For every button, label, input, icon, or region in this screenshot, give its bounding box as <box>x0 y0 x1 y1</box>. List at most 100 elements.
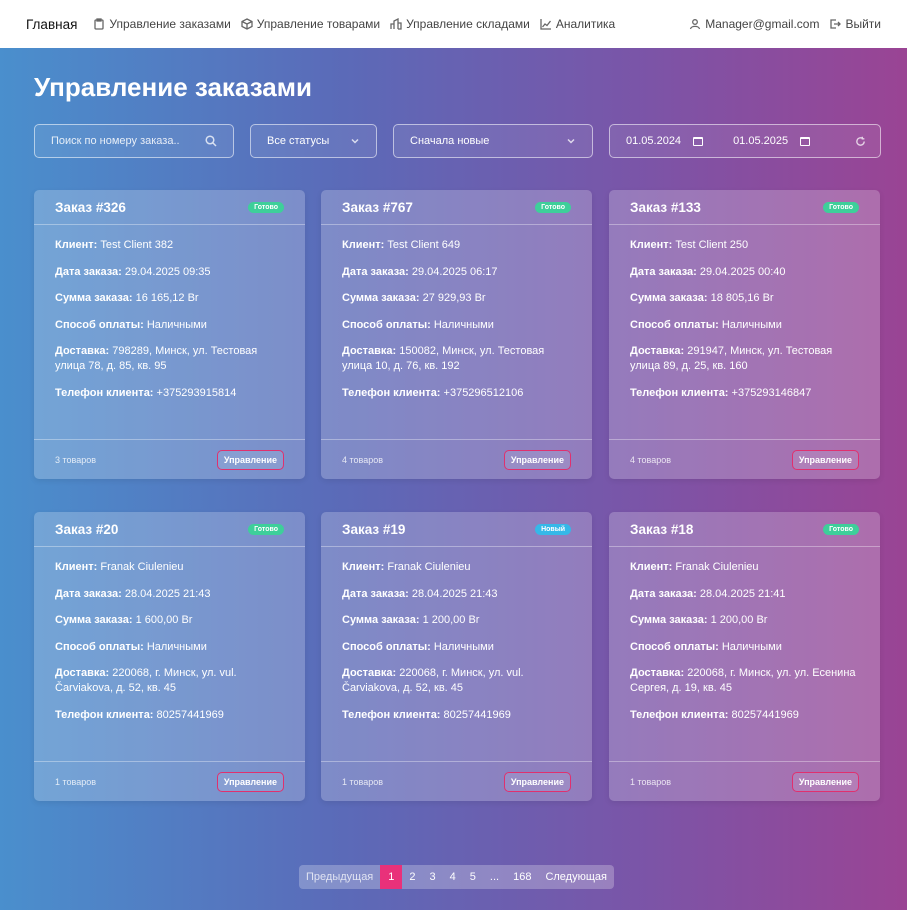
order-date-value: 28.04.2025 21:43 <box>411 587 498 600</box>
client-phone-value: 80257441969 <box>156 708 224 721</box>
page-button-4[interactable]: 4 <box>443 865 463 889</box>
reset-icon[interactable] <box>855 136 866 147</box>
order-date-row: Дата заказа: 29.04.2025 00:40 <box>630 265 859 280</box>
order-sum-label: Сумма заказа: <box>630 292 708 304</box>
order-sum-label: Сумма заказа: <box>55 292 133 304</box>
manage-button[interactable]: Управление <box>503 771 571 792</box>
payment-method-row: Способ оплаты: Наличными <box>55 640 284 655</box>
client-value: Franak Ciulenieu <box>100 561 184 573</box>
order-sum-label: Сумма заказа: <box>55 614 133 626</box>
order-date-label: Дата заказа: <box>630 587 697 600</box>
prev-page-button[interactable]: Предыдущая <box>299 865 380 889</box>
page-button-1[interactable]: 1 <box>380 865 403 889</box>
calendar-icon[interactable] <box>693 136 704 146</box>
nav-orders-link[interactable]: Управление заказами <box>93 17 231 31</box>
status-select[interactable]: Все статусы <box>250 124 377 158</box>
order-date-label: Дата заказа: <box>342 587 409 600</box>
client-phone-row: Телефон клиента: +375293146847 <box>630 386 859 401</box>
sort-select-value: Сначала новые <box>410 135 490 147</box>
payment-method-value: Наличными <box>146 640 207 653</box>
page-title: Управление заказами <box>34 72 312 102</box>
nav-warehouses-link[interactable]: Управление складами <box>390 17 530 31</box>
logout-link[interactable]: Выйти <box>829 17 881 31</box>
user-icon <box>690 19 701 30</box>
delivery-address-row: Доставка: 798289, Минск, ул. Тестовая ул… <box>55 344 284 374</box>
card-body: Клиент: Franak Ciulenieu Дата заказа: 28.… <box>34 547 305 723</box>
order-card: Заказ #133 Готово Клиент: Test Client 250 Д… <box>609 190 880 479</box>
client-phone-row: Телефон клиента: 80257441969 <box>55 708 284 723</box>
manage-button[interactable]: Управление <box>791 771 859 792</box>
calendar-icon[interactable] <box>800 136 811 146</box>
client-phone-value: +375293146847 <box>731 386 812 399</box>
order-date-value: 29.04.2025 09:35 <box>124 265 211 278</box>
user-account-link[interactable]: Manager@gmail.com <box>689 17 819 31</box>
page-button-5[interactable]: 5 <box>463 865 483 889</box>
client-row: Клиент: Test Client 649 <box>342 238 571 253</box>
date-from-input[interactable]: 01.05.2024 <box>626 135 704 147</box>
payment-method-label: Способ оплаты: <box>630 640 719 653</box>
manage-button[interactable]: Управление <box>791 449 859 470</box>
search-input[interactable]: Поиск по номеру заказа.. <box>34 124 234 158</box>
card-footer: 3 товаров Управление <box>34 439 305 479</box>
order-sum-row: Сумма заказа: 27 929,93 Br <box>342 291 571 306</box>
order-date-value: 28.04.2025 21:43 <box>124 587 211 600</box>
client-phone-label: Телефон клиента: <box>630 708 729 721</box>
client-row: Клиент: Test Client 250 <box>630 238 859 253</box>
order-sum-value: 1 600,00 Br <box>135 614 193 626</box>
status-select-value: Все статусы <box>267 135 330 147</box>
client-phone-value: +375293915814 <box>156 386 237 399</box>
order-title: Заказ #20 <box>55 521 119 537</box>
order-sum-value: 16 165,12 Br <box>135 292 199 304</box>
order-sum-row: Сумма заказа: 18 805,16 Br <box>630 291 859 306</box>
card-header: Заказ #18 Готово <box>609 512 880 547</box>
sort-select[interactable]: Сначала новые <box>393 124 593 158</box>
chevron-down-icon <box>351 138 359 144</box>
order-date-row: Дата заказа: 29.04.2025 09:35 <box>55 265 284 280</box>
manage-button[interactable]: Управление <box>216 449 284 470</box>
page-button-168[interactable]: 168 <box>506 865 538 889</box>
client-label: Клиент: <box>630 239 673 251</box>
card-body: Клиент: Test Client 382 Дата заказа: 29.0… <box>34 225 305 401</box>
card-body: Клиент: Franak Ciulenieu Дата заказа: 28.… <box>321 547 592 723</box>
brand-home-link[interactable]: Главная <box>26 17 77 32</box>
payment-method-row: Способ оплаты: Наличными <box>630 640 859 655</box>
delivery-address-row: Доставка: 220068, г. Минск, ул. vul. Čar… <box>342 666 571 696</box>
client-phone-row: Телефон клиента: 80257441969 <box>630 708 859 723</box>
date-from-value: 01.05.2024 <box>626 135 682 147</box>
client-label: Клиент: <box>55 561 98 573</box>
card-header: Заказ #19 Новый <box>321 512 592 547</box>
page-button-3[interactable]: 3 <box>423 865 443 889</box>
search-placeholder: Поиск по номеру заказа.. <box>51 135 180 147</box>
status-badge: Готово <box>823 523 859 535</box>
date-range-filter: 01.05.2024 01.05.2025 <box>609 124 881 158</box>
date-to-value: 01.05.2025 <box>733 135 789 147</box>
card-body: Клиент: Test Client 250 Дата заказа: 29.0… <box>609 225 880 401</box>
payment-method-row: Способ оплаты: Наличными <box>342 640 571 655</box>
payment-method-label: Способ оплаты: <box>55 318 144 331</box>
order-date-value: 29.04.2025 06:17 <box>411 265 498 278</box>
manage-button[interactable]: Управление <box>216 771 284 792</box>
date-to-input[interactable]: 01.05.2025 <box>733 135 811 147</box>
nav-analytics-link[interactable]: Аналитика <box>540 17 615 31</box>
order-sum-label: Сумма заказа: <box>342 292 420 304</box>
nav-products-link[interactable]: Управление товарами <box>241 17 380 31</box>
delivery-address-label: Доставка: <box>630 667 685 679</box>
order-sum-row: Сумма заказа: 1 200,00 Br <box>342 613 571 628</box>
order-sum-value: 1 200,00 Br <box>422 614 480 626</box>
payment-method-value: Наличными <box>721 318 782 331</box>
items-count: 1 товаров <box>55 776 97 787</box>
client-phone-row: Телефон клиента: +375296512106 <box>342 386 571 401</box>
client-phone-value: +375296512106 <box>443 386 524 399</box>
card-footer: 4 товаров Управление <box>609 439 880 479</box>
card-footer: 1 товаров Управление <box>34 761 305 801</box>
nav-products-label: Управление товарами <box>256 17 381 31</box>
order-date-label: Дата заказа: <box>630 265 697 278</box>
client-value: Test Client 382 <box>100 239 174 251</box>
client-value: Test Client 250 <box>675 239 749 251</box>
payment-method-label: Способ оплаты: <box>630 318 719 331</box>
page-button-2[interactable]: 2 <box>402 865 422 889</box>
client-value: Franak Ciulenieu <box>675 561 759 573</box>
manage-button[interactable]: Управление <box>503 449 571 470</box>
next-page-button[interactable]: Следующая <box>538 865 614 889</box>
payment-method-row: Способ оплаты: Наличными <box>630 318 859 333</box>
